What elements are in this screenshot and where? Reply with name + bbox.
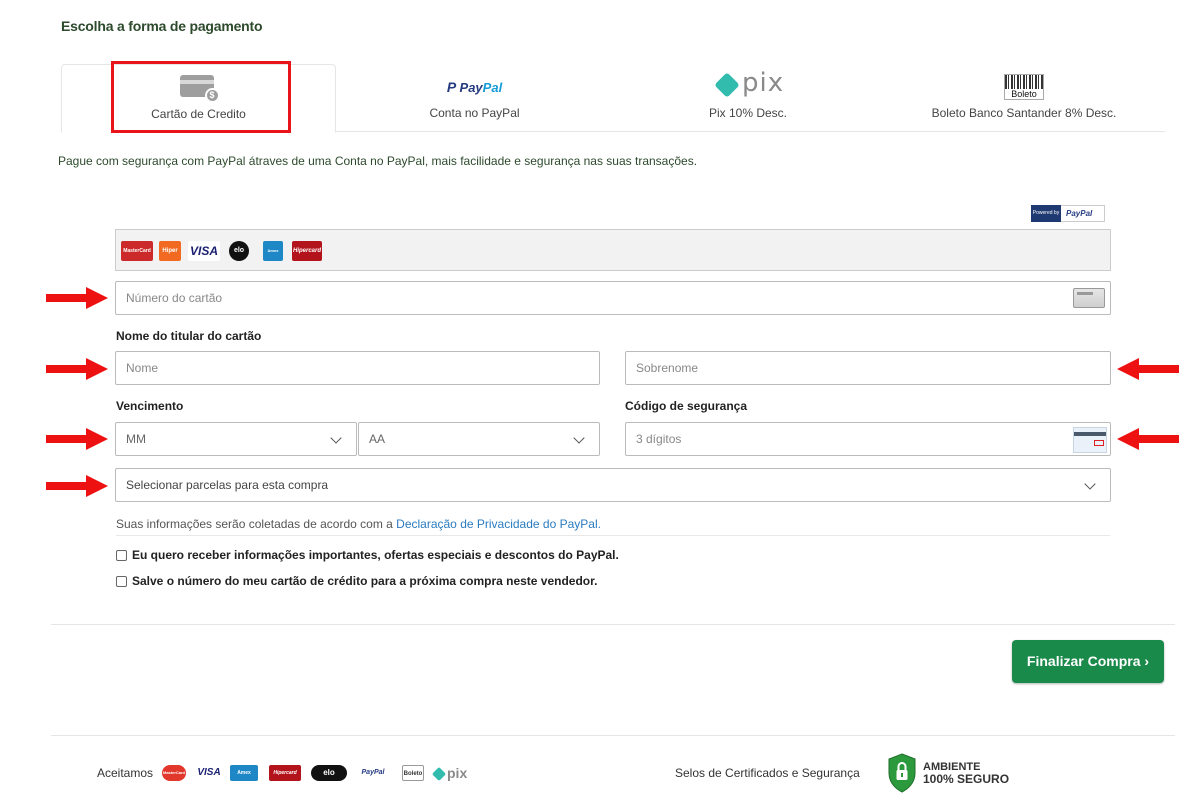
privacy-text: Suas informações serão coletadas de acor… — [116, 517, 397, 531]
tab-paypal[interactable]: P PayPal Conta no PayPal — [336, 64, 613, 132]
info-text: Pague com segurança com PayPal átraves d… — [58, 154, 698, 168]
card-chip-icon — [1073, 288, 1105, 308]
last-name-placeholder: Sobrenome — [636, 361, 699, 375]
card-number-placeholder: Número do cartão — [126, 291, 223, 305]
tab-pix[interactable]: pix Pix 10% Desc. — [613, 64, 883, 132]
elo-logo: elo — [229, 241, 249, 261]
divider — [51, 624, 1175, 625]
installments-select[interactable]: Selecionar parcelas para esta compra — [115, 468, 1111, 502]
installments-value: Selecionar parcelas para esta compra — [126, 478, 329, 492]
hipercard-logo: Hipercard — [292, 241, 322, 261]
expiry-label: Vencimento — [116, 399, 184, 413]
accepted-label: Aceitamos — [97, 766, 154, 780]
footer-boleto-icon: Boleto — [402, 765, 424, 781]
footer-mastercard-logo: MasterCard — [162, 765, 186, 781]
arrow-left-icon — [1117, 428, 1179, 450]
footer-pix-logo: pix — [431, 765, 474, 782]
arrow-left-icon — [1117, 358, 1179, 380]
expiry-month-select[interactable]: MM — [115, 422, 357, 456]
checkbox-label: Eu quero receber informações importantes… — [132, 548, 619, 562]
boleto-barcode-icon: Boleto — [1004, 74, 1044, 100]
first-name-placeholder: Nome — [126, 361, 159, 375]
tab-label: Conta no PayPal — [429, 106, 520, 120]
visa-logo: VISA — [188, 241, 220, 261]
checkbox-label: Salve o número do meu cartão de crédito … — [132, 574, 598, 588]
arrow-right-icon — [46, 475, 108, 497]
cvv-label: Código de segurança — [625, 399, 748, 413]
pix-logo: pix — [714, 68, 783, 100]
arrow-right-icon — [46, 358, 108, 380]
tab-label: Boleto Banco Santander 8% Desc. — [931, 106, 1117, 120]
seals-label: Selos de Certificados e Segurança — [675, 766, 860, 780]
save-card-checkbox[interactable] — [116, 576, 127, 587]
cvv-placeholder: 3 dígitos — [636, 432, 682, 446]
tab-boleto[interactable]: Boleto Boleto Banco Santander 8% Desc. — [883, 64, 1165, 132]
paypal-logo: P PayPal — [446, 79, 503, 95]
footer-amex-logo: Amex — [230, 765, 258, 781]
page-title: Escolha a forma de pagamento — [61, 18, 263, 34]
holder-label: Nome do titular do cartão — [116, 329, 262, 343]
first-name-input[interactable]: Nome — [115, 351, 600, 385]
arrow-right-icon — [46, 428, 108, 450]
year-value: AA — [369, 432, 386, 446]
expiry-year-select[interactable]: AA — [358, 422, 600, 456]
month-value: MM — [126, 432, 146, 446]
card-brands-strip: MasterCard Hiper VISA elo Amex Hipercard — [115, 229, 1111, 271]
privacy-notice: Suas informações serão coletadas de acor… — [116, 517, 601, 531]
footer-visa-logo: VISA — [197, 767, 221, 778]
powered-by-label: Powered by — [1031, 205, 1061, 222]
secure-environment-seal: AMBIENTE 100% SEGURO — [923, 761, 1009, 785]
hiper-logo: Hiper — [159, 241, 181, 261]
newsletter-checkbox-row[interactable]: Eu quero receber informações importantes… — [116, 548, 619, 562]
seal-line-2: 100% SEGURO — [923, 772, 1010, 786]
privacy-link[interactable]: Declaração de Privacidade do PayPal. — [396, 517, 601, 531]
divider — [51, 735, 1175, 736]
save-card-checkbox-row[interactable]: Salve o número do meu cartão de crédito … — [116, 574, 597, 588]
footer-elo-logo: elo — [311, 765, 347, 781]
mastercard-logo: MasterCard — [121, 241, 153, 261]
divider — [116, 535, 1110, 536]
shield-lock-icon — [887, 753, 917, 793]
tab-label: Pix 10% Desc. — [708, 106, 788, 120]
footer-hipercard-logo: Hipercard — [269, 765, 301, 781]
cvv-input[interactable]: 3 dígitos — [625, 422, 1111, 456]
finish-purchase-button[interactable]: Finalizar Compra › — [1012, 640, 1164, 683]
selected-tab-highlight — [111, 61, 291, 133]
card-number-input[interactable]: Número do cartão — [115, 281, 1111, 315]
amex-logo: Amex — [263, 241, 283, 261]
newsletter-checkbox[interactable] — [116, 550, 127, 561]
footer-paypal-logo: PayPal — [361, 769, 385, 776]
last-name-input[interactable]: Sobrenome — [625, 351, 1111, 385]
cvv-card-icon — [1073, 427, 1107, 453]
arrow-right-icon — [46, 287, 108, 309]
